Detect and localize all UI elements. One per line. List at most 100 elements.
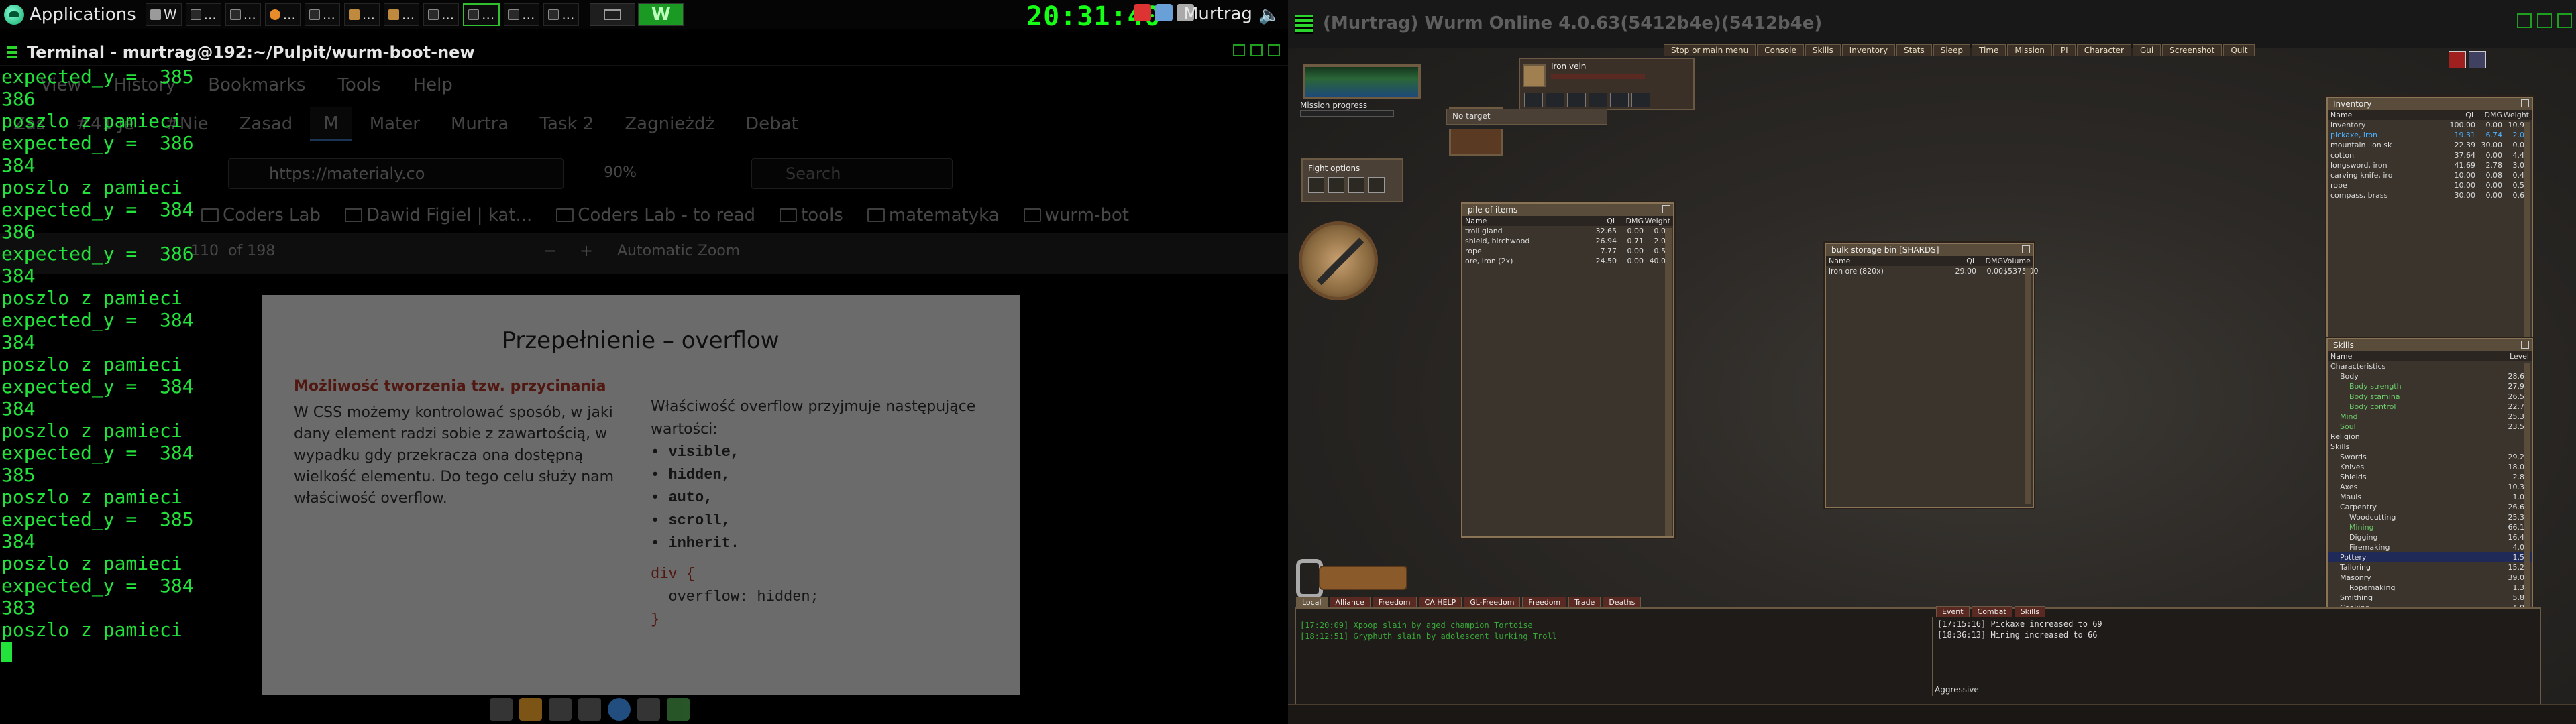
taskbar-button[interactable]: ... — [543, 3, 580, 26]
table-row[interactable]: rope 7.77 0.00 0.50 — [1462, 246, 1673, 256]
taskbar-button[interactable]: ... — [463, 3, 500, 26]
close-icon[interactable] — [1268, 44, 1280, 56]
chat-tab[interactable]: Freedom — [1372, 597, 1417, 608]
list-item[interactable]: Swords 29.27 — [2328, 452, 2532, 462]
swing-icon[interactable] — [1348, 177, 1364, 193]
taskbar-button[interactable]: ... — [304, 3, 340, 26]
minimize-icon[interactable] — [1233, 44, 1245, 56]
column-header[interactable]: Level — [2502, 352, 2529, 361]
event-tab[interactable]: Event — [1936, 606, 1970, 617]
list-item[interactable]: Mining 66.19 — [2328, 522, 2532, 532]
workspace-2[interactable]: W — [638, 3, 684, 26]
taskbar-button[interactable]: ... — [343, 3, 380, 26]
stance-icon[interactable] — [1368, 177, 1385, 193]
table-row[interactable]: rope 10.00 0.00 0.50 — [2328, 180, 2532, 190]
taskbar-button[interactable]: ... — [185, 3, 221, 26]
close-icon[interactable] — [2022, 245, 2030, 253]
chat-tab[interactable]: Trade — [1568, 597, 1601, 608]
list-item[interactable]: Shields 2.82 — [2328, 472, 2532, 482]
table-row[interactable]: iron ore (820x) 29.00 0.00 $5375.00 — [1826, 266, 2039, 276]
table-row[interactable]: pickaxe, iron 19.31 6.74 2.00 — [2328, 130, 2532, 140]
list-item[interactable]: Smithing 5.86 — [2328, 593, 2532, 603]
chat-tab[interactable]: Alliance — [1329, 597, 1371, 608]
list-item[interactable]: Body 28.60 — [2328, 371, 2532, 381]
list-item[interactable]: Body control 22.75 — [2328, 402, 2532, 412]
taskbar-button[interactable]: ... — [423, 3, 460, 26]
applications-menu[interactable]: Applications — [0, 4, 146, 25]
column-header[interactable]: DMG — [2475, 111, 2503, 119]
list-item[interactable]: Mauls 1.00 — [2328, 492, 2532, 502]
menu-item[interactable]: PI — [2053, 44, 2076, 56]
table-row[interactable]: shield, birchwood 26.94 0.71 2.00 — [1462, 236, 1673, 246]
user-name[interactable]: Murtrag — [1183, 4, 1252, 24]
menu-item[interactable]: Stats — [1896, 44, 1932, 56]
scrollbar[interactable] — [1665, 228, 1672, 536]
column-header[interactable]: Name — [1829, 257, 1949, 265]
taskbar-button[interactable]: ... — [384, 3, 420, 26]
chat-tab[interactable]: Deaths — [1603, 597, 1642, 608]
column-header[interactable]: Name — [2330, 352, 2502, 361]
column-header[interactable]: QL — [2449, 111, 2475, 119]
column-header[interactable]: Name — [1465, 217, 1590, 225]
menu-item[interactable]: Mission — [2007, 44, 2052, 56]
chat-tab[interactable]: CA HELP — [1418, 597, 1462, 608]
list-item[interactable]: Skills — [2328, 442, 2532, 452]
close-icon[interactable] — [1662, 205, 1670, 213]
list-item[interactable]: Firemaking 4.09 — [2328, 542, 2532, 552]
list-item[interactable]: Religion — [2328, 432, 2532, 442]
event-tab[interactable]: Combat — [1971, 606, 2012, 617]
menu-item[interactable]: Character — [2076, 44, 2131, 56]
close-icon[interactable] — [2557, 13, 2572, 28]
table-row[interactable]: carving knife, iro 10.00 0.08 0.40 — [2328, 170, 2532, 180]
list-item[interactable]: Axes 10.30 — [2328, 482, 2532, 492]
terminal-titlebar[interactable]: Terminal - murtrag@192:~/Pulpit/wurm-boo… — [0, 39, 1288, 66]
menu-item[interactable]: Console — [1757, 44, 1804, 56]
dock-app-icon[interactable] — [519, 698, 542, 721]
maximize-icon[interactable] — [1250, 44, 1263, 56]
close-icon[interactable] — [2521, 99, 2529, 107]
maximize-icon[interactable] — [2537, 13, 2552, 28]
list-item[interactable]: Soul 23.58 — [2328, 422, 2532, 432]
action-icon[interactable] — [1610, 93, 1629, 107]
table-row[interactable]: longsword, iron 41.69 2.78 3.00 — [2328, 160, 2532, 170]
list-item[interactable]: Characteristics — [2328, 361, 2532, 371]
table-row[interactable]: mountain lion sk 22.39 30.00 0.04 — [2328, 140, 2532, 150]
list-item[interactable]: Pottery 1.50 — [2328, 552, 2532, 562]
action-icon[interactable] — [1631, 93, 1650, 107]
event-window[interactable]: Event Combat Skills [17:15:16] Pickaxe inc… — [1932, 606, 2227, 696]
chat-tab[interactable]: Local — [1296, 597, 1328, 608]
table-row[interactable]: troll gland 32.65 0.00 0.04 — [1462, 226, 1673, 236]
table-row[interactable]: ore, iron (2x) 24.50 0.00 40.00 — [1462, 256, 1673, 266]
column-header[interactable]: Name — [2330, 111, 2449, 119]
wurm-titlebar[interactable]: (Murtrag) Wurm Online 4.0.63(5412b4e)(54… — [1288, 0, 2576, 48]
column-header[interactable]: Weight — [1644, 217, 1670, 225]
table-row[interactable]: inventory 100.00 0.00 10.94 — [2328, 120, 2532, 130]
scrollbar[interactable] — [2524, 122, 2530, 337]
column-header[interactable]: DMG — [1617, 217, 1644, 225]
table-row[interactable]: cotton 37.64 0.00 4.40 — [2328, 150, 2532, 160]
column-header[interactable]: Weight — [2502, 111, 2529, 119]
close-icon[interactable] — [2521, 341, 2529, 349]
minimize-icon[interactable] — [2517, 13, 2532, 28]
scrollbar[interactable] — [2025, 268, 2031, 504]
pile-of-items-title[interactable]: pile of items — [1462, 204, 1673, 216]
chat-window[interactable]: Local Alliance Freedom CA HELP GL-Freedom Fre… — [1295, 597, 2541, 715]
dock-grid-icon[interactable] — [578, 698, 601, 721]
list-item[interactable]: Body stamina 26.58 — [2328, 391, 2532, 402]
action-icon[interactable] — [1589, 93, 1607, 107]
list-item[interactable]: Knives 18.06 — [2328, 462, 2532, 472]
menu-item[interactable]: Gui — [2132, 44, 2161, 56]
terminal-body[interactable]: View History Bookmarks Tools Help Zas #41 Je #… — [0, 66, 1288, 695]
menu-item[interactable]: Sleep — [1933, 44, 1971, 56]
list-item[interactable]: Digging 16.49 — [2328, 532, 2532, 542]
toolbelt[interactable] — [1296, 556, 1417, 601]
list-item[interactable]: Carpentry 26.62 — [2328, 502, 2532, 512]
action-icon[interactable] — [1567, 93, 1586, 107]
dock-folder-icon[interactable] — [549, 698, 572, 721]
tray-app-icon[interactable] — [1134, 4, 1151, 21]
list-item[interactable]: Tailoring 15.22 — [2328, 562, 2532, 572]
list-item[interactable]: Body strength 27.92 — [2328, 381, 2532, 391]
dock-search-icon[interactable] — [637, 698, 660, 721]
list-item[interactable]: Mind 25.37 — [2328, 412, 2532, 422]
menu-item[interactable]: Skills — [1805, 44, 1841, 56]
